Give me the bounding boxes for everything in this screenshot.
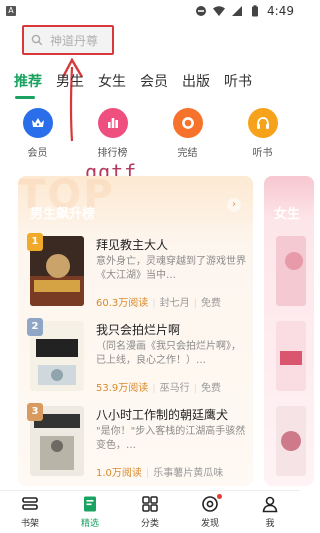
rank-badge: 1 [27, 233, 43, 251]
dnd-icon [196, 6, 207, 16]
search-icon [31, 34, 43, 46]
book-description: （同名漫画《我只会拍烂片啊》，已上线，良心之作！）… [96, 341, 241, 366]
book-reads: 1.0万阅读 [96, 468, 142, 479]
nav-featured[interactable]: 精选 [60, 491, 120, 533]
ranking-title: 男生飙升榜 [30, 207, 96, 222]
book-item[interactable]: 3 八小时工作制的朝廷鹰犬 "是你！"步入客栈的江湖高手骇然变色，… 1.0万阅… [27, 403, 246, 482]
book-title: 我只会拍烂片啊 [96, 323, 181, 337]
book-title: 拜见教主大人 [96, 238, 169, 252]
book-cover [276, 406, 306, 476]
shortcut-label: 听书 [252, 148, 273, 159]
tab-audiobook[interactable]: 听书 [224, 71, 252, 91]
tab-female[interactable]: 女生 [98, 71, 126, 91]
ranking-card[interactable]: TOP 男生飙升榜 › 1 拜见教主大人 意外身亡，灵魂穿越到了游戏世界《大江湖… [18, 176, 253, 486]
shortcut-ranking[interactable]: 排行榜 [75, 108, 150, 160]
book-reads: 60.3万阅读 [96, 298, 149, 309]
nav-label: 发现 [200, 519, 219, 529]
nav-bookshelf[interactable]: 书架 [0, 491, 60, 533]
shortcut-label: 完结 [177, 148, 198, 159]
nav-label: 精选 [80, 519, 99, 529]
crown-icon [22, 108, 53, 138]
status-bar: A 4:49 [0, 0, 300, 22]
book-meta: 1.0万阅读 | 乐事薯片黄瓜味 [96, 468, 224, 479]
book-title: 八小时工作制的朝廷鹰犬 [96, 408, 229, 422]
chevron-right-icon[interactable]: › [227, 198, 241, 212]
rank-badge: 3 [27, 403, 43, 421]
book-item[interactable]: 2 我只会拍烂片啊 （同名漫画《我只会拍烂片啊》，已上线，良心之作！）… 53.… [27, 318, 245, 397]
book-meta: 60.3万阅读 | 封七月 | 免费 [96, 298, 222, 309]
shortcut-label: 排行榜 [97, 148, 128, 159]
shortcut-label: 会员 [27, 148, 48, 159]
book-description: "是你！"步入客栈的江湖高手骇然变色，… [96, 426, 246, 451]
category-grid-icon [142, 496, 158, 512]
book-reads: 53.9万阅读 [96, 383, 149, 394]
book-author: 封七月 [159, 298, 190, 309]
featured-icon [84, 496, 96, 512]
book-meta: 53.9万阅读 | 巫马行 | 免费 [96, 383, 222, 394]
circle-icon [172, 108, 203, 138]
discover-icon [202, 496, 218, 512]
bottom-nav: 书架 精选 分类 发现 我 [0, 490, 300, 533]
channel-tabs: 推荐 男生 女生 会员 出版 听书 [0, 68, 300, 94]
ranking-card-female[interactable]: 女生 [264, 176, 314, 486]
ranking-title: 女生 [274, 207, 301, 222]
nav-label: 分类 [140, 519, 159, 529]
search-placeholder: 神道丹尊 [50, 33, 99, 48]
user-icon [262, 496, 278, 513]
nav-label: 书架 [20, 519, 39, 529]
rank-badge: 2 [27, 318, 43, 336]
tab-member[interactable]: 会员 [140, 71, 168, 91]
shortcut-member[interactable]: 会员 [0, 108, 75, 160]
book-item[interactable]: 1 拜见教主大人 意外身亡，灵魂穿越到了游戏世界《大江湖》当中… 60.3万阅读… [27, 233, 246, 312]
tab-publish[interactable]: 出版 [182, 71, 210, 91]
wifi-icon [213, 6, 226, 16]
status-time: 4:49 [267, 4, 294, 18]
search-input[interactable]: 神道丹尊 [22, 25, 114, 55]
tab-active-indicator [15, 96, 35, 99]
nav-discover[interactable]: 发现 [180, 491, 240, 533]
nav-me[interactable]: 我 [240, 491, 300, 533]
tab-male[interactable]: 男生 [56, 71, 84, 91]
bookshelf-icon [22, 497, 38, 510]
book-description: 意外身亡，灵魂穿越到了游戏世界《大江湖》当中… [96, 256, 246, 281]
book-price: 免费 [201, 383, 222, 394]
app-notification-icon: A [6, 6, 16, 16]
book-cover [276, 236, 306, 306]
headphones-icon [247, 108, 278, 138]
notification-dot [217, 494, 222, 499]
tab-recommend[interactable]: 推荐 [14, 71, 42, 91]
book-author: 乐事薯片黄瓜味 [153, 468, 224, 479]
category-shortcuts: 会员 排行榜 完结 听书 [0, 108, 300, 160]
status-icons: 4:49 [195, 4, 294, 18]
book-author: 巫马行 [159, 383, 190, 394]
shortcut-audiobook[interactable]: 听书 [225, 108, 300, 160]
nav-label: 我 [265, 519, 275, 529]
bar-chart-icon [97, 108, 128, 138]
signal-icon [232, 6, 243, 16]
battery-icon [252, 5, 259, 17]
book-cover [276, 321, 306, 391]
nav-category[interactable]: 分类 [120, 491, 180, 533]
book-price: 免费 [201, 298, 222, 309]
shortcut-completed[interactable]: 完结 [150, 108, 225, 160]
